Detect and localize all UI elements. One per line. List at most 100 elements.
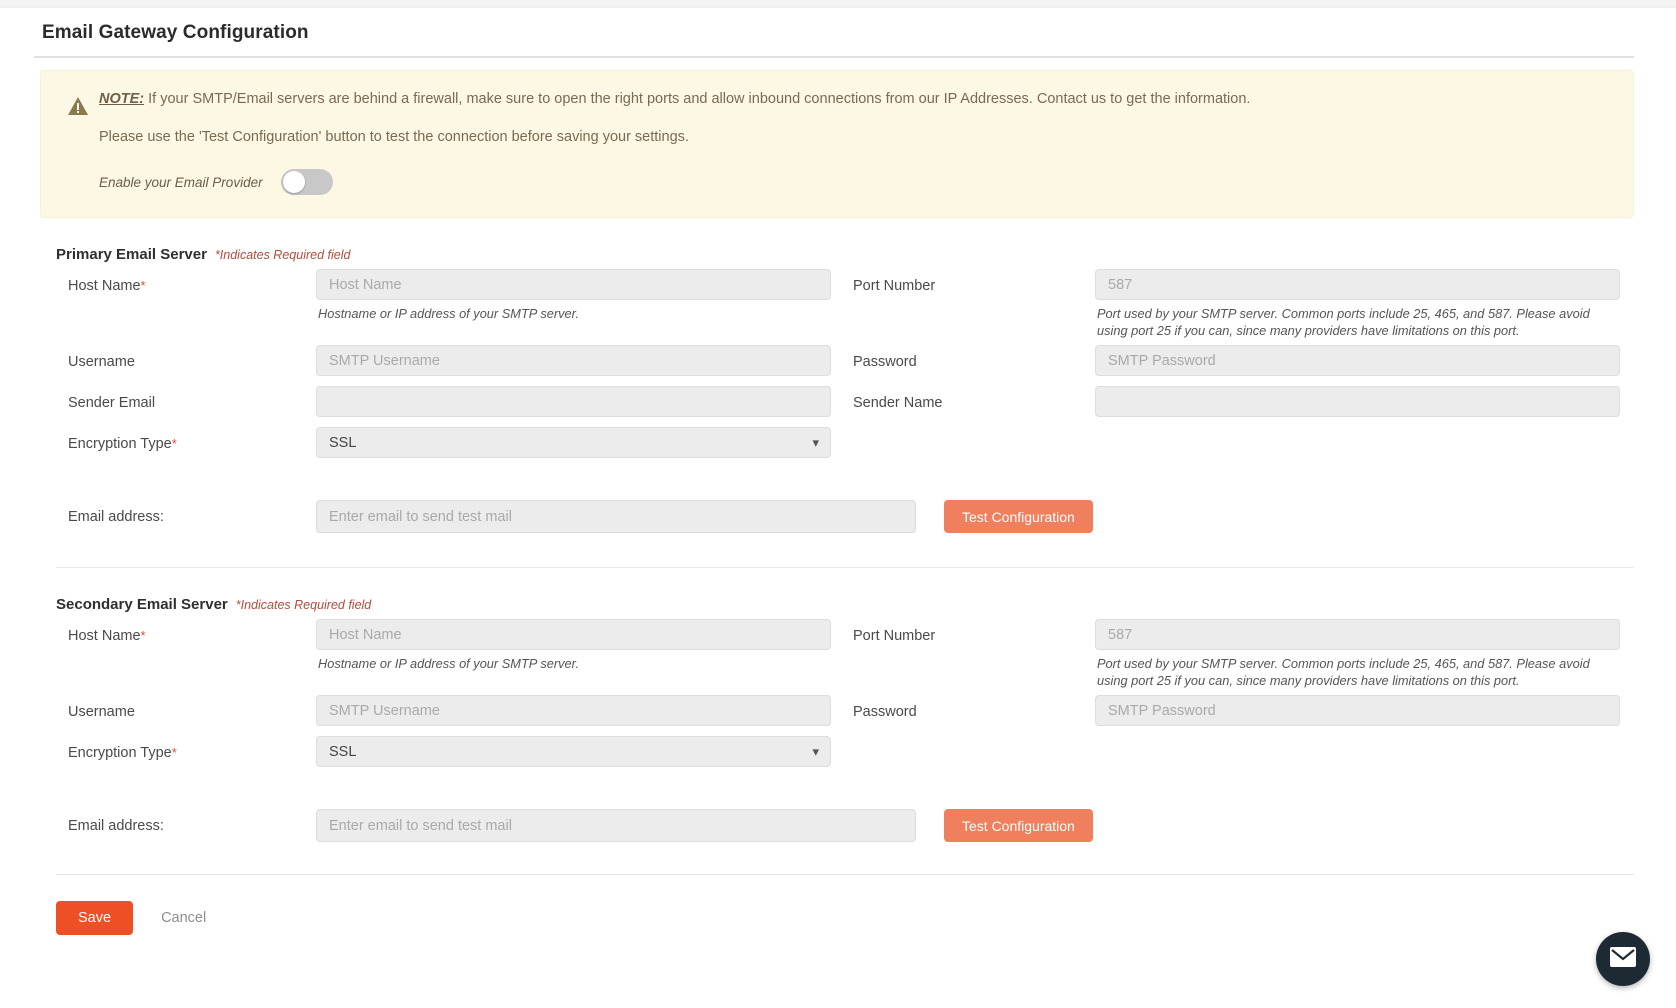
primary-sender-name-control bbox=[1095, 386, 1634, 417]
primary-port-label: Port Number bbox=[845, 269, 1095, 294]
enable-provider-toggle[interactable] bbox=[281, 169, 333, 195]
primary-sender-name-input[interactable] bbox=[1095, 386, 1620, 417]
top-strip bbox=[0, 0, 1676, 8]
primary-password-field: Password bbox=[845, 345, 1634, 376]
note-line-1-text: If your SMTP/Email servers are behind a … bbox=[144, 91, 1250, 107]
secondary-encryption-control: SSL ▾ bbox=[316, 736, 845, 767]
secondary-encryption-select-wrap: SSL ▾ bbox=[316, 736, 831, 767]
form-footer: Save Cancel bbox=[0, 875, 1676, 935]
primary-encryption-select[interactable]: SSL bbox=[316, 427, 831, 458]
secondary-test-email-label: Email address: bbox=[56, 818, 316, 834]
primary-email-server-section: Primary Email Server *Indicates Required… bbox=[56, 218, 1634, 533]
primary-password-input[interactable] bbox=[1095, 345, 1620, 376]
secondary-section-head: Secondary Email Server *Indicates Requir… bbox=[56, 568, 1634, 619]
primary-host-name-input[interactable] bbox=[316, 269, 831, 300]
secondary-password-field: Password bbox=[845, 695, 1634, 726]
note-line-2: Please use the 'Test Configuration' butt… bbox=[99, 127, 1611, 147]
primary-port-control: Port used by your SMTP server. Common po… bbox=[1095, 269, 1634, 339]
secondary-host-name-control: Hostname or IP address of your SMTP serv… bbox=[316, 619, 845, 672]
warning-triangle-icon bbox=[63, 89, 93, 116]
note-banner: NOTE: If your SMTP/Email servers are beh… bbox=[40, 70, 1634, 218]
primary-encryption-control: SSL ▾ bbox=[316, 427, 845, 458]
secondary-test-configuration-button[interactable]: Test Configuration bbox=[944, 809, 1093, 842]
primary-encryption-field: Encryption Type* SSL ▾ bbox=[56, 427, 845, 458]
primary-section-title: Primary Email Server bbox=[56, 246, 207, 263]
title-divider bbox=[34, 56, 1634, 58]
primary-encryption-spacer bbox=[845, 427, 1634, 458]
primary-row-encryption: Encryption Type* SSL ▾ bbox=[56, 427, 1634, 458]
secondary-port-input[interactable] bbox=[1095, 619, 1620, 650]
primary-encryption-label-text: Encryption Type bbox=[68, 436, 172, 452]
secondary-row-username-password: Username Password bbox=[56, 695, 1634, 726]
secondary-password-control bbox=[1095, 695, 1634, 726]
secondary-section-title: Secondary Email Server bbox=[56, 596, 228, 613]
secondary-username-label: Username bbox=[56, 695, 316, 720]
primary-required-note: *Indicates Required field bbox=[215, 248, 351, 262]
primary-sender-email-control bbox=[316, 386, 845, 417]
primary-host-name-control: Hostname or IP address of your SMTP serv… bbox=[316, 269, 845, 322]
required-asterisk: * bbox=[172, 436, 177, 451]
secondary-username-control bbox=[316, 695, 845, 726]
envelope-icon bbox=[1610, 947, 1636, 972]
primary-port-input[interactable] bbox=[1095, 269, 1620, 300]
primary-row-host-port: Host Name* Hostname or IP address of you… bbox=[56, 269, 1634, 339]
secondary-encryption-spacer bbox=[845, 736, 1634, 767]
required-asterisk: * bbox=[172, 745, 177, 760]
secondary-test-email-input[interactable] bbox=[316, 809, 916, 842]
primary-encryption-label: Encryption Type* bbox=[56, 427, 316, 452]
primary-password-label: Password bbox=[845, 345, 1095, 370]
enable-provider-label: Enable your Email Provider bbox=[99, 175, 263, 190]
toggle-knob bbox=[283, 171, 305, 193]
primary-test-configuration-button[interactable]: Test Configuration bbox=[944, 500, 1093, 533]
secondary-required-note: *Indicates Required field bbox=[236, 598, 372, 612]
primary-section-head: Primary Email Server *Indicates Required… bbox=[56, 218, 1634, 269]
secondary-password-input[interactable] bbox=[1095, 695, 1620, 726]
required-asterisk: * bbox=[141, 628, 146, 643]
email-gateway-page: Email Gateway Configuration NOTE: If you… bbox=[0, 8, 1676, 1008]
primary-password-control bbox=[1095, 345, 1634, 376]
note-body: NOTE: If your SMTP/Email servers are beh… bbox=[93, 89, 1611, 195]
spacer bbox=[56, 417, 1634, 427]
primary-sender-name-field: Sender Name bbox=[845, 386, 1634, 417]
primary-fields-grid: Host Name* Hostname or IP address of you… bbox=[56, 269, 1634, 533]
enable-provider-row: Enable your Email Provider bbox=[99, 169, 1611, 195]
primary-encryption-select-wrap: SSL ▾ bbox=[316, 427, 831, 458]
primary-sender-email-input[interactable] bbox=[316, 386, 831, 417]
secondary-port-hint: Port used by your SMTP server. Common po… bbox=[1095, 650, 1620, 689]
secondary-password-label: Password bbox=[845, 695, 1095, 720]
envelope-fab-button[interactable] bbox=[1596, 932, 1650, 986]
primary-row-sender: Sender Email Sender Name bbox=[56, 386, 1634, 417]
secondary-fields-grid: Host Name* Hostname or IP address of you… bbox=[56, 619, 1634, 842]
primary-port-field: Port Number Port used by your SMTP serve… bbox=[845, 269, 1634, 339]
primary-port-hint: Port used by your SMTP server. Common po… bbox=[1095, 300, 1620, 339]
primary-sender-email-label: Sender Email bbox=[56, 386, 316, 411]
primary-host-name-label-text: Host Name bbox=[68, 278, 141, 294]
primary-sender-email-field: Sender Email bbox=[56, 386, 845, 417]
secondary-row-host-port: Host Name* Hostname or IP address of you… bbox=[56, 619, 1634, 689]
cancel-button[interactable]: Cancel bbox=[155, 909, 212, 927]
secondary-host-name-label-text: Host Name bbox=[68, 628, 141, 644]
primary-test-email-input[interactable] bbox=[316, 500, 916, 533]
primary-host-name-hint: Hostname or IP address of your SMTP serv… bbox=[316, 300, 831, 322]
secondary-host-name-hint: Hostname or IP address of your SMTP serv… bbox=[316, 650, 831, 672]
secondary-host-name-label: Host Name* bbox=[56, 619, 316, 644]
save-button[interactable]: Save bbox=[56, 901, 133, 935]
secondary-username-input[interactable] bbox=[316, 695, 831, 726]
spacer bbox=[56, 726, 1634, 736]
spacer bbox=[56, 376, 1634, 386]
primary-username-field: Username bbox=[56, 345, 845, 376]
page-title: Email Gateway Configuration bbox=[0, 8, 1676, 44]
primary-sender-name-label: Sender Name bbox=[845, 386, 1095, 411]
secondary-port-label: Port Number bbox=[845, 619, 1095, 644]
secondary-port-control: Port used by your SMTP server. Common po… bbox=[1095, 619, 1634, 689]
secondary-host-name-field: Host Name* Hostname or IP address of you… bbox=[56, 619, 845, 689]
note-label: NOTE: bbox=[99, 91, 144, 107]
secondary-test-row: Email address: Test Configuration bbox=[56, 767, 1634, 842]
primary-username-input[interactable] bbox=[316, 345, 831, 376]
secondary-host-name-input[interactable] bbox=[316, 619, 831, 650]
secondary-row-encryption: Encryption Type* SSL ▾ bbox=[56, 736, 1634, 767]
secondary-encryption-select[interactable]: SSL bbox=[316, 736, 831, 767]
primary-host-name-field: Host Name* Hostname or IP address of you… bbox=[56, 269, 845, 339]
primary-row-username-password: Username Password bbox=[56, 345, 1634, 376]
primary-host-name-label: Host Name* bbox=[56, 269, 316, 294]
